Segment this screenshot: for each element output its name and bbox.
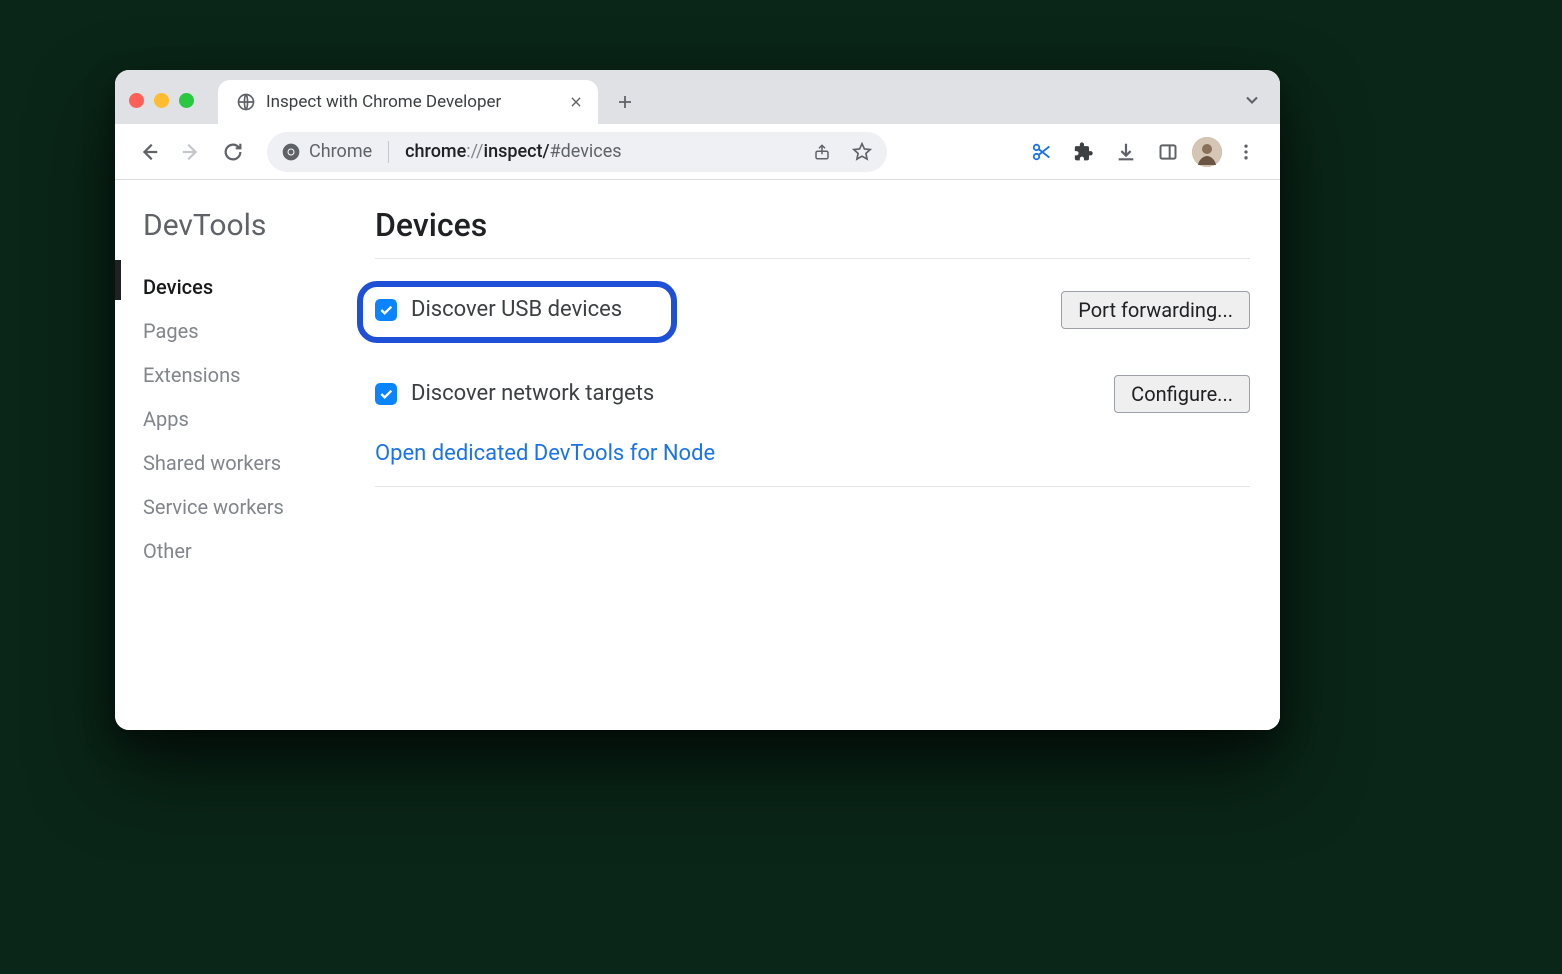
chip-label: Chrome [309, 141, 372, 162]
new-tab-button[interactable] [608, 85, 642, 119]
network-checkbox[interactable] [375, 383, 397, 405]
minimize-window-button[interactable] [154, 93, 169, 108]
bookmark-button[interactable] [847, 137, 877, 167]
toolbar-right [1024, 134, 1264, 170]
window-controls [129, 93, 194, 108]
page-heading: Devices [375, 206, 1250, 244]
maximize-window-button[interactable] [179, 93, 194, 108]
close-window-button[interactable] [129, 93, 144, 108]
network-row: Discover network targets Configure... [375, 363, 1250, 425]
sidebar-item-apps[interactable]: Apps [143, 397, 347, 441]
node-link-row: Open dedicated DevTools for Node [375, 425, 1250, 487]
reload-button[interactable] [215, 134, 251, 170]
main-panel: Devices Discover USB devices Port forwar… [365, 180, 1280, 730]
url-text: chrome://inspect/#devices [405, 141, 797, 162]
usb-checkbox[interactable] [375, 299, 397, 321]
tab-title: Inspect with Chrome Developer [266, 92, 558, 112]
close-tab-button[interactable] [568, 94, 584, 110]
browser-window: Inspect with Chrome Developer [115, 70, 1280, 730]
back-button[interactable] [131, 134, 167, 170]
globe-icon [236, 92, 256, 112]
port-forwarding-button[interactable]: Port forwarding... [1061, 291, 1250, 329]
sidebar-item-pages[interactable]: Pages [143, 309, 347, 353]
network-label: Discover network targets [411, 381, 654, 406]
node-devtools-link[interactable]: Open dedicated DevTools for Node [375, 441, 715, 466]
toolbar: Chrome chrome://inspect/#devices [115, 124, 1280, 180]
chip-separator [388, 141, 389, 163]
side-panel-button[interactable] [1150, 134, 1186, 170]
active-marker [115, 260, 121, 300]
menu-button[interactable] [1228, 134, 1264, 170]
usb-label: Discover USB devices [411, 297, 622, 322]
sidebar-item-devices[interactable]: Devices [143, 265, 347, 309]
scissors-icon[interactable] [1024, 134, 1060, 170]
divider [375, 258, 1250, 259]
browser-tab[interactable]: Inspect with Chrome Developer [218, 80, 598, 124]
address-bar[interactable]: Chrome chrome://inspect/#devices [267, 132, 887, 172]
sidebar: DevTools Devices Pages Extensions Apps S… [115, 180, 365, 730]
tab-strip: Inspect with Chrome Developer [115, 70, 1280, 124]
extensions-button[interactable] [1066, 134, 1102, 170]
forward-button[interactable] [173, 134, 209, 170]
configure-button[interactable]: Configure... [1114, 375, 1250, 413]
chrome-icon [281, 142, 301, 162]
usb-row: Discover USB devices Port forwarding... [375, 279, 1250, 341]
share-button[interactable] [807, 137, 837, 167]
sidebar-item-service-workers[interactable]: Service workers [143, 485, 347, 529]
sidebar-item-shared-workers[interactable]: Shared workers [143, 441, 347, 485]
sidebar-title: DevTools [143, 208, 347, 243]
profile-avatar[interactable] [1192, 137, 1222, 167]
sidebar-item-other[interactable]: Other [143, 529, 347, 573]
tab-list-button[interactable] [1242, 90, 1262, 110]
chrome-chip: Chrome [281, 141, 372, 162]
sidebar-item-extensions[interactable]: Extensions [143, 353, 347, 397]
page-content: DevTools Devices Pages Extensions Apps S… [115, 180, 1280, 730]
downloads-button[interactable] [1108, 134, 1144, 170]
